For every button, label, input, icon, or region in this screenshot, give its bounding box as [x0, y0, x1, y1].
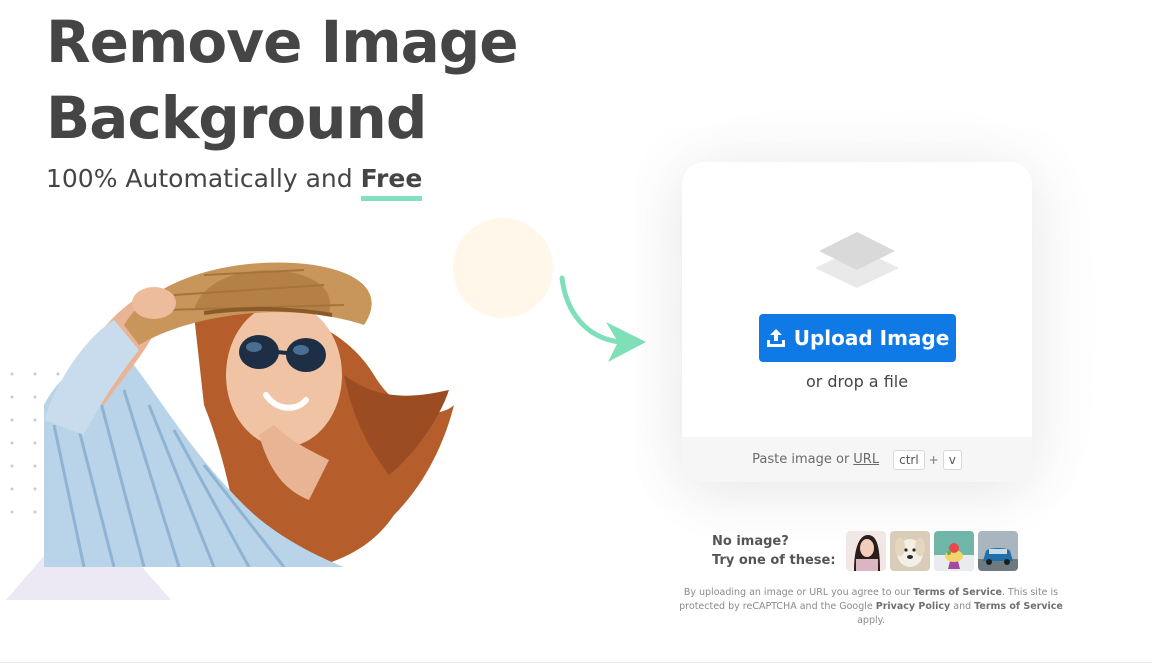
terms-of-service-link-1[interactable]: Terms of Service — [913, 587, 1002, 598]
hero-title-line2: Background — [46, 84, 427, 152]
drop-file-text: or drop a file — [805, 372, 909, 391]
upload-card[interactable]: Upload Image or drop a file Paste image … — [682, 162, 1032, 482]
v-key: v — [942, 449, 962, 470]
legal-notice: By uploading an image or URL you agree t… — [676, 586, 1066, 628]
sample-images: No image? Try one of these: — [712, 530, 1022, 572]
terms-of-service-link-2[interactable]: Terms of Service — [974, 601, 1063, 612]
curved-arrow-icon — [559, 275, 646, 362]
legal-part4: apply. — [857, 615, 885, 626]
plus-sign: + — [928, 452, 939, 467]
paste-url-link[interactable]: URL — [853, 452, 879, 467]
ctrl-key: ctrl — [893, 449, 925, 470]
legal-part3: and — [953, 601, 972, 612]
subtitle-prefix: 100% Automatically and — [46, 164, 353, 193]
sample-dog[interactable] — [889, 531, 930, 571]
upload-icon — [766, 329, 785, 347]
subtitle-emphasis: Free — [360, 164, 423, 201]
sample-woman[interactable] — [845, 531, 886, 571]
circle-decoration — [453, 218, 553, 318]
upload-image-button[interactable]: Upload Image — [759, 314, 956, 362]
privacy-policy-link[interactable]: Privacy Policy — [876, 601, 950, 612]
sample-label: No image? Try one of these: — [712, 532, 836, 570]
hero-subtitle: 100% Automatically and Free — [46, 164, 423, 201]
paste-prefix: Paste image or — [752, 452, 850, 467]
hero-title: Remove Image Background — [46, 4, 519, 156]
legal-part1: By uploading an image or URL you agree t… — [683, 587, 911, 598]
sample-cake[interactable] — [933, 531, 974, 571]
hero-title-line1: Remove Image — [46, 8, 519, 76]
sample-label-line1: No image? — [712, 534, 789, 549]
upload-button-label: Upload Image — [793, 326, 950, 350]
layers-icon — [815, 232, 899, 288]
sample-label-line2: Try one of these: — [712, 553, 836, 568]
bottom-divider — [0, 662, 1152, 663]
paste-bar: Paste image or URL ctrl + v — [682, 437, 1032, 482]
hero-person-image — [44, 262, 454, 567]
sample-car[interactable] — [977, 531, 1018, 571]
